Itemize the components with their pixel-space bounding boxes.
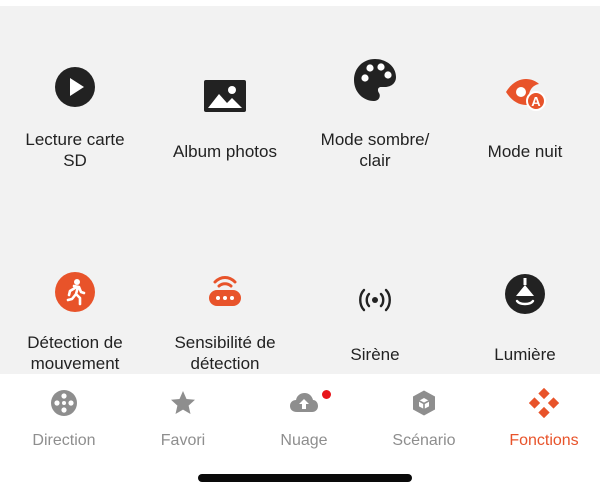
tab-direction[interactable]: Direction [4, 374, 124, 454]
tab-favorite[interactable]: Favori [123, 374, 243, 454]
function-photo-album[interactable]: Album photos [150, 6, 300, 206]
function-label: Lecture carte SD [25, 130, 125, 170]
tab-label: Nuage [280, 432, 328, 449]
function-label: Détection de mouvement [27, 333, 123, 373]
function-dark-light-mode[interactable]: Mode sombre/ clair [300, 6, 450, 206]
function-light[interactable]: Lumière [450, 206, 600, 374]
function-label: Album photos [173, 142, 277, 161]
functions-diamond-icon [529, 388, 559, 418]
image-icon [199, 70, 251, 122]
siren-icon [349, 274, 401, 326]
tab-label: Scénario [392, 432, 456, 449]
tab-functions[interactable]: Fonctions [484, 374, 600, 454]
motion-person-icon [49, 266, 101, 318]
function-label: Mode sombre/ clair [320, 130, 430, 170]
function-label: Sirène [350, 345, 400, 364]
function-sd-card-playback[interactable]: Lecture carte SD [0, 6, 150, 206]
sensor-wifi-icon [199, 264, 251, 316]
tab-label: Fonctions [509, 432, 579, 449]
function-label: Sensibilité de détection [174, 333, 276, 373]
star-icon [168, 388, 198, 418]
play-circle-icon [49, 61, 101, 113]
svg-text:A: A [531, 94, 541, 109]
function-motion-detection[interactable]: Détection de mouvement [0, 206, 150, 374]
function-siren[interactable]: Sirène [300, 206, 450, 374]
palette-icon [349, 54, 401, 106]
tab-scenario[interactable]: Scénario [364, 374, 484, 454]
bottom-tab-bar: Direction Favori Nuage Scénario Fonction… [0, 374, 600, 482]
tab-cloud[interactable]: Nuage [244, 374, 364, 454]
app-screen: Lecture carte SD Album photos Mode sombr… [0, 0, 600, 482]
cloud-upload-icon [289, 388, 319, 418]
function-detection-sensitivity[interactable]: Sensibilité de détection [150, 206, 300, 374]
lamp-icon [499, 268, 551, 320]
eye-auto-icon: A [499, 68, 551, 120]
function-label: Lumière [494, 345, 556, 364]
function-night-mode[interactable]: A Mode nuit [450, 6, 600, 206]
function-label: Mode nuit [487, 142, 563, 161]
functions-grid: Lecture carte SD Album photos Mode sombr… [0, 6, 600, 374]
direction-pad-icon [49, 388, 79, 418]
tab-label: Favori [160, 432, 206, 449]
tab-label: Direction [32, 432, 96, 449]
notification-badge [322, 390, 331, 399]
home-indicator[interactable] [198, 474, 412, 482]
scenario-hex-icon [409, 388, 439, 418]
